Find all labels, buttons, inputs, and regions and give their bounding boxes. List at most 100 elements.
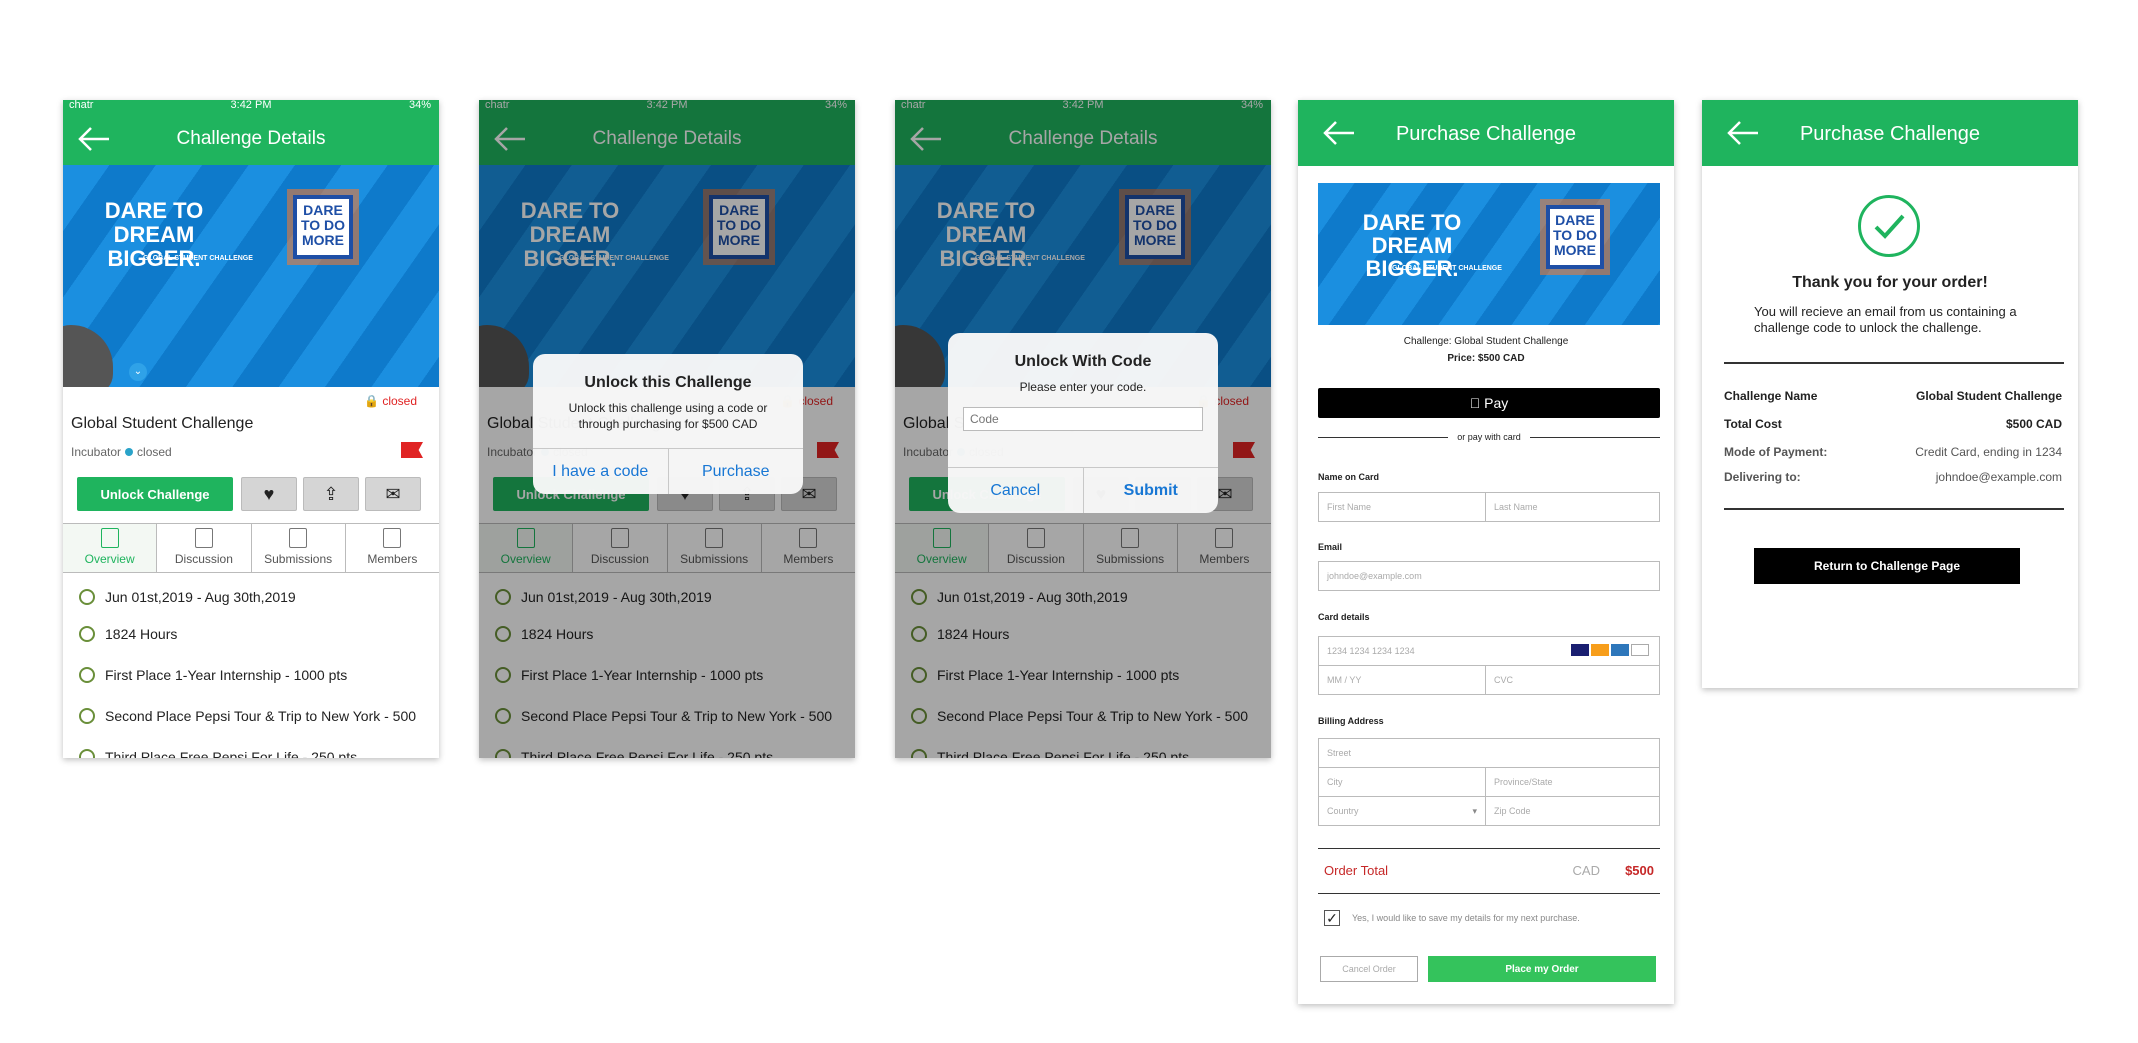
purchase-screen: Purchase Challenge DARE TO DREAM BIGGER. … [1298,100,1674,1004]
order-total-label: Order Total [1324,863,1389,878]
order-total: Order Total CAD $500 [1318,848,1660,894]
dialog-buttons: I have a code Purchase [533,448,803,494]
province-field[interactable]: Province/State [1485,767,1660,797]
like-button[interactable]: ♥ [241,477,297,511]
submissions-icon [289,528,308,548]
tab-submissions[interactable]: Submissions [252,524,346,572]
card-number-field[interactable]: 1234 1234 1234 1234 [1318,636,1660,666]
or-pay-divider: or pay with card [1318,432,1660,442]
header-title: Challenge Details [176,128,326,149]
card-expiry-field[interactable]: MM / YY [1318,665,1486,695]
dialog-title: Unlock With Code [1014,353,1152,370]
challenge-name-line: Challenge: Global Student Challenge [1403,336,1569,347]
stopwatch-icon [79,626,95,642]
upload-icon: ⇪ [323,484,339,504]
clock: 3:42 PM [230,100,272,111]
dare-to-do-more-logo: DARE TO DO MORE [1546,205,1604,269]
submit-button[interactable]: Submit [1084,468,1219,513]
chevron-down-icon[interactable]: ⌄ [129,363,147,381]
apple-icon:  [1470,395,1481,411]
challenge-tabs: Overview Discussion Submissions Members [63,523,439,573]
code-dialog-screen: chatr 3:42 PM 34% Challenge Details DARE… [895,100,1271,758]
country-select[interactable]: Country ▾ [1318,796,1486,826]
divider [1724,362,2064,364]
card-details-label: Card details [1318,612,1370,622]
confirmation-message: You will recieve an email from us contai… [1754,304,2017,335]
place-order-button[interactable]: Place my Order [1428,956,1656,982]
flag-icon[interactable] [401,442,423,458]
code-input[interactable] [963,407,1203,431]
challenge-banner: DARE TO DREAM BIGGER. GLOBAL STUDENT CHAL… [63,165,439,387]
dare-to-do-more-logo: DARE TO DO MORE [293,195,353,259]
order-total-value: $500 [1625,863,1654,878]
amex-icon [1611,644,1629,656]
street-field[interactable]: Street [1318,738,1660,768]
header-title: Purchase Challenge [1395,123,1577,145]
billing-address-label: Billing Address [1318,716,1384,726]
medal-icon [79,667,95,683]
message-button[interactable]: ✉ [365,477,421,511]
list-item: Second Place Pepsi Tour & Trip to New Yo… [79,708,416,724]
tab-members[interactable]: Members [346,524,439,572]
medal-icon [79,749,95,758]
city-field[interactable]: City [1318,767,1486,797]
banner-subtitle: GLOBAL STUDENT CHALLENGE [1392,265,1502,272]
challenge-details-screen: chatr 3:42 PM 34% Challenge Details DARE… [63,100,439,758]
list-item: Third Place Free Pepsi For Life - 250 pt… [79,749,357,758]
calendar-icon [79,589,95,605]
document-icon [100,528,119,548]
header-title: Purchase Challenge [1799,123,1981,145]
cancel-button[interactable]: Cancel [948,468,1084,513]
app-header: Purchase Challenge [1298,100,1674,166]
unlock-with-code-dialog: Unlock With Code Please enter your code.… [948,333,1218,513]
i-have-a-code-button[interactable]: I have a code [533,449,669,494]
tab-discussion[interactable]: Discussion [157,524,252,572]
list-item: 1824 Hours [79,626,177,642]
members-icon [383,528,402,548]
banner-subtitle: GLOBAL STUDENT CHALLENGE [143,255,253,262]
envelope-icon: ✉ [385,484,401,504]
last-name-field[interactable]: Last Name [1485,492,1660,522]
challenge-meta: Incubatorclosed [71,445,172,459]
name-on-card-label: Name on Card [1318,472,1380,482]
banner-hand-image [63,325,113,387]
success-check-icon [1858,195,1920,257]
save-details-checkbox[interactable]: ✓ [1324,910,1340,926]
purchase-button[interactable]: Purchase [669,449,804,494]
status-dot-icon [125,448,134,456]
email-label: Email [1318,542,1343,552]
price-line: Price: $500 CAD [1447,353,1525,364]
return-to-challenge-button[interactable]: Return to Challenge Page [1754,548,2020,584]
app-header: Challenge Details [63,112,439,165]
app-header: Purchase Challenge [1702,100,2078,166]
dialog-title: Unlock this Challenge [584,374,752,391]
challenge-banner: DARE TO DREAM BIGGER. GLOBAL STUDENT CHAL… [1318,183,1660,325]
email-field[interactable]: johndoe@example.com [1318,561,1660,591]
heart-icon: ♥ [263,484,275,504]
apple-pay-button[interactable]:  Pay [1318,388,1660,418]
dialog-buttons: Cancel Submit [948,467,1218,513]
save-details-label: Yes, I would like to save my details for… [1352,913,1580,923]
unlock-challenge-button[interactable]: Unlock Challenge [77,477,233,511]
cancel-order-button[interactable]: Cancel Order [1320,956,1418,982]
visa-icon [1571,644,1589,656]
currency-label: CAD [1572,863,1600,878]
share-button[interactable]: ⇪ [303,477,359,511]
dialog-message: Unlock this challenge using a code or th… [568,401,768,431]
first-name-field[interactable]: First Name [1318,492,1486,522]
card-cvc-field[interactable]: CVC [1485,665,1660,695]
mastercard-icon [1591,644,1609,656]
order-confirmation-screen: Purchase Challenge Thank you for your or… [1702,100,2078,688]
medal-icon [79,708,95,724]
discussion-icon [194,528,213,548]
unlock-dialog-screen: chatr 3:42 PM 34% Challenge Details DARE… [479,100,855,758]
tab-overview[interactable]: Overview [63,524,158,572]
status-bar: chatr 3:42 PM 34% [63,100,439,112]
divider [1724,508,2064,510]
battery-label: 34% [408,100,431,111]
zip-code-field[interactable]: Zip Code [1485,796,1660,826]
unlock-challenge-dialog: Unlock this Challenge Unlock this challe… [533,354,803,494]
dropdown-caret-icon: ▾ [1472,806,1477,816]
challenge-title: Global Student Challenge [71,415,254,432]
list-item: First Place 1-Year Internship - 1000 pts [79,667,347,683]
